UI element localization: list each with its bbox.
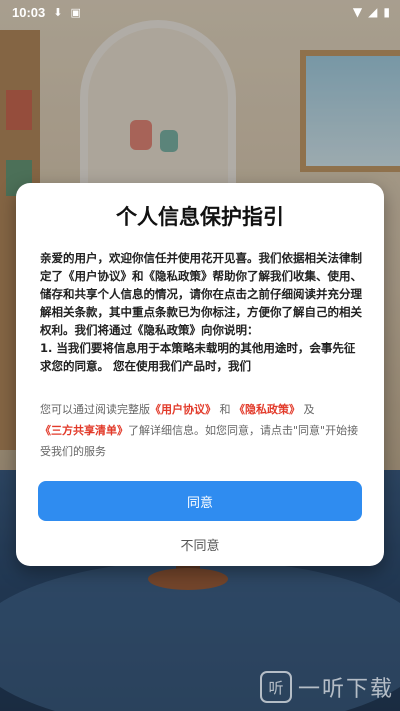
watermark: 听 一听下载 bbox=[259, 671, 394, 703]
disagree-button[interactable]: 不同意 bbox=[16, 535, 384, 554]
dialog-body-scroll[interactable]: 亲爱的用户，欢迎你信任并使用花开见喜。我们依据相关法律制定了《用户协议》和《隐私… bbox=[40, 249, 362, 379]
privacy-policy-link[interactable]: 《隐私政策》 bbox=[234, 403, 300, 416]
notice-text: 您可以通过阅读完整版 bbox=[40, 403, 150, 416]
status-bar: 10:03 ⬇ ▣ ▼ ◢ ▮ bbox=[0, 0, 400, 24]
third-party-list-link[interactable]: 《三方共享清单》 bbox=[40, 424, 128, 437]
watermark-text: 一听下载 bbox=[297, 677, 394, 702]
battery-icon: ▮ bbox=[383, 5, 390, 19]
notification-icon: ▣ bbox=[70, 5, 81, 19]
watermark-badge: 听 bbox=[259, 671, 292, 703]
download-icon: ⬇ bbox=[53, 5, 63, 19]
dialog-title: 个人信息保护指引 bbox=[116, 205, 284, 229]
user-agreement-link[interactable]: 《用户协议》 bbox=[150, 403, 216, 416]
notice-text: 及 bbox=[303, 403, 315, 416]
dialog-body-paragraph: 1. 当我们要将信息用于本策略未载明的其他用途时，会事先征求您的同意。 您在使用… bbox=[40, 341, 356, 373]
wifi-icon: ▼ bbox=[352, 5, 363, 19]
dialog-notice: 您可以通过阅读完整版《用户协议》 和 《隐私政策》 及 《三方共享清单》了解详细… bbox=[40, 399, 366, 462]
dialog-body-paragraph: 亲爱的用户，欢迎你信任并使用花开见喜。我们依据相关法律制定了《用户协议》和《隐私… bbox=[40, 251, 362, 337]
status-time: 10:03 bbox=[12, 4, 46, 20]
agree-button[interactable]: 同意 bbox=[38, 481, 362, 521]
signal-icon: ◢ bbox=[368, 5, 378, 19]
notice-text: 和 bbox=[219, 403, 231, 416]
privacy-dialog: 个人信息保护指引 亲爱的用户，欢迎你信任并使用花开见喜。我们依据相关法律制定了《… bbox=[16, 183, 384, 566]
